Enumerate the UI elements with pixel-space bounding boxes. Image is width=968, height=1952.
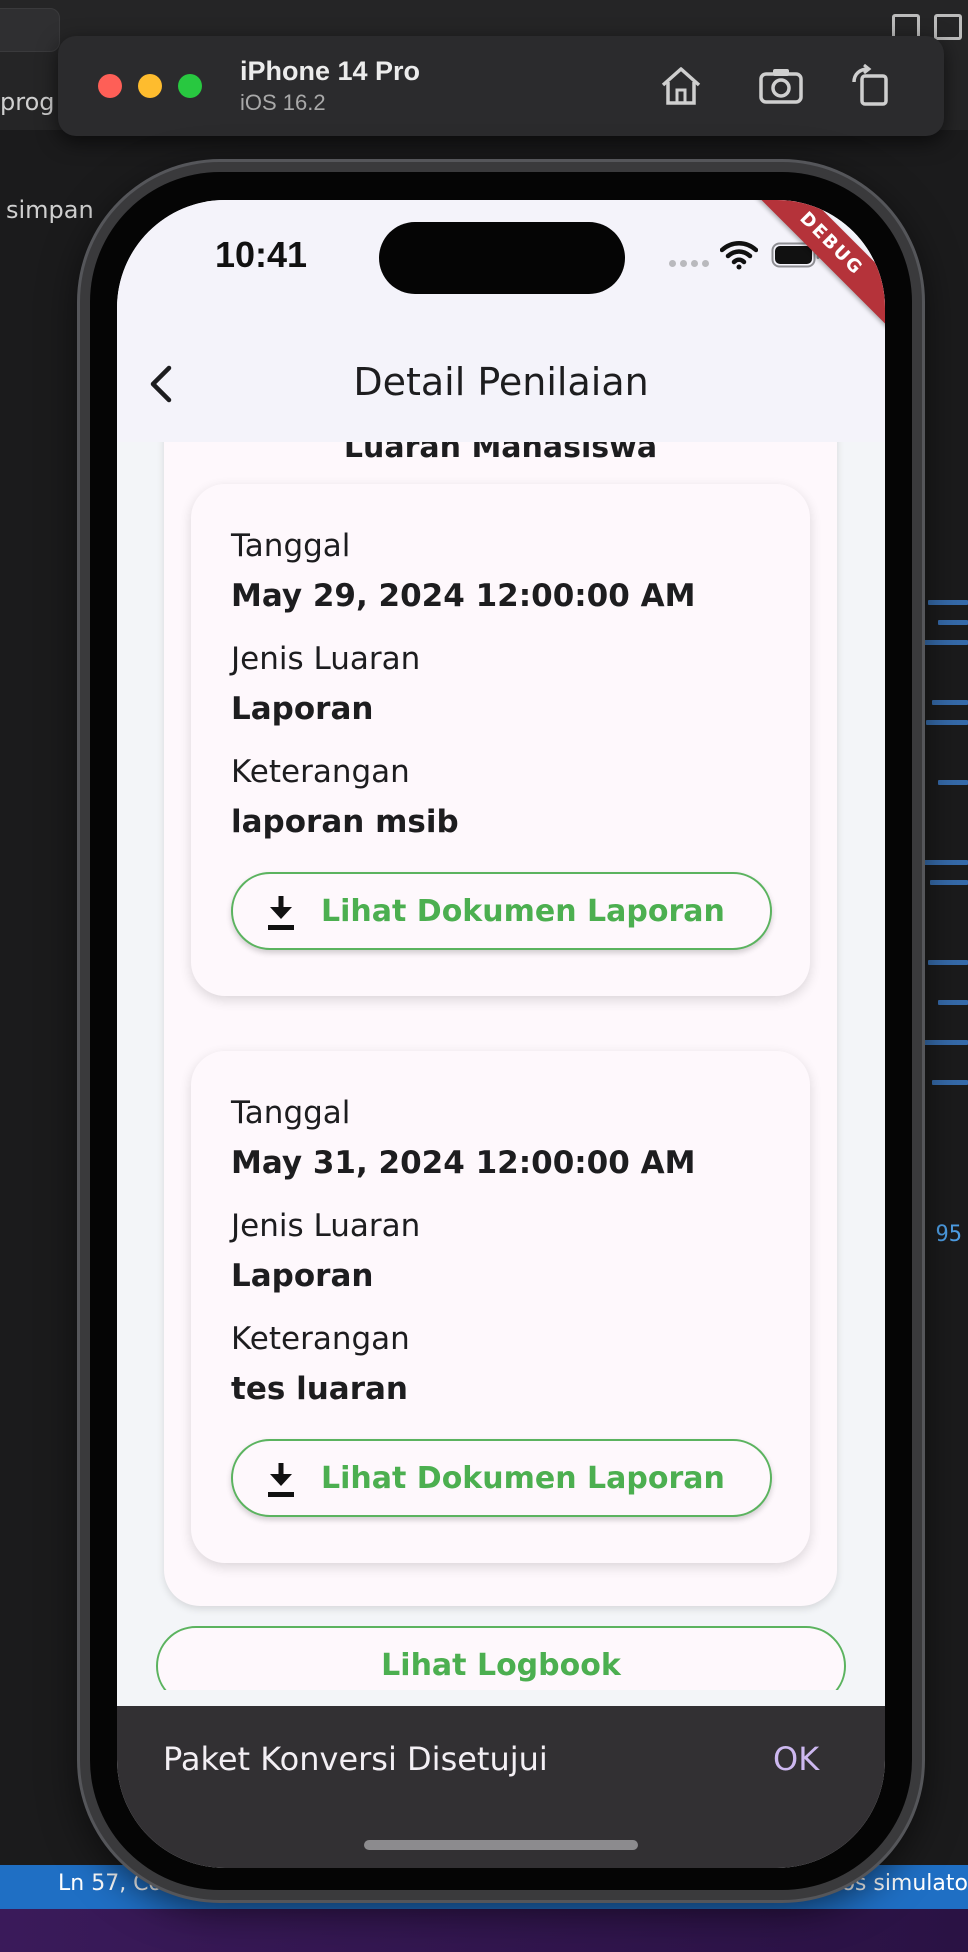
jenis-luaran-value: Laporan <box>231 1258 374 1294</box>
section-title: Luaran Mahasiswa <box>343 442 658 465</box>
keterangan-value: laporan msib <box>231 804 459 840</box>
snackbar: Paket Konversi Disetujui OK <box>117 1706 885 1868</box>
luaran-item-card: Tanggal May 31, 2024 12:00:00 AM Jenis L… <box>191 1051 810 1563</box>
snackbar-message: Paket Konversi Disetujui <box>163 1740 548 1778</box>
close-window-button[interactable] <box>98 74 122 98</box>
simulator-os-version: iOS 16.2 <box>240 90 326 115</box>
app-bar: Detail Penilaian <box>117 330 885 442</box>
editor-line-number: 95 <box>935 1222 963 1247</box>
tanggal-value: May 29, 2024 12:00:00 AM <box>231 578 696 614</box>
cellular-signal-icon <box>669 260 709 267</box>
keterangan-label: Keterangan <box>231 1321 410 1357</box>
page-title: Detail Penilaian <box>353 360 649 404</box>
editor-simpan-label[interactable]: simpan <box>6 196 94 224</box>
ios-status-bar: 10:41 DEBUG <box>117 200 885 330</box>
desktop-dock-area <box>0 1909 968 1952</box>
tanggal-label: Tanggal <box>231 528 351 564</box>
snackbar-ok-button[interactable]: OK <box>773 1740 819 1778</box>
keterangan-label: Keterangan <box>231 754 410 790</box>
keterangan-value: tes luaran <box>231 1371 408 1407</box>
lihat-logbook-button[interactable]: Lihat Logbook <box>156 1626 846 1690</box>
download-icon <box>268 1463 294 1497</box>
jenis-luaran-label: Jenis Luaran <box>231 641 421 677</box>
download-icon <box>268 896 294 930</box>
jenis-luaran-label: Jenis Luaran <box>231 1208 421 1244</box>
status-time: 10:41 <box>215 234 308 275</box>
scroll-content[interactable]: Luaran Mahasiswa Tanggal May 29, 2024 12… <box>117 442 885 1690</box>
editor-tab[interactable] <box>0 8 60 52</box>
lihat-dokumen-button[interactable]: Lihat Dokumen Laporan <box>231 1439 772 1517</box>
lihat-dokumen-label: Lihat Dokumen Laporan <box>321 894 725 929</box>
iphone-screen: 10:41 DEBUG Detail Penilaian Luaran Maha… <box>117 200 885 1868</box>
editor-tab-label[interactable]: prog <box>0 88 55 116</box>
zoom-window-button[interactable] <box>178 74 202 98</box>
minimize-window-button[interactable] <box>138 74 162 98</box>
luaran-section-card: Luaran Mahasiswa Tanggal May 29, 2024 12… <box>164 442 837 1606</box>
luaran-item-card: Tanggal May 29, 2024 12:00:00 AM Jenis L… <box>191 484 810 996</box>
panel-icon[interactable] <box>934 14 962 40</box>
home-indicator[interactable] <box>364 1840 638 1850</box>
dynamic-island <box>379 222 625 294</box>
home-icon[interactable] <box>658 64 704 108</box>
simulator-titlebar[interactable]: iPhone 14 Pro iOS 16.2 <box>58 36 944 136</box>
lihat-dokumen-button[interactable]: Lihat Dokumen Laporan <box>231 872 772 950</box>
lihat-dokumen-label: Lihat Dokumen Laporan <box>321 1461 725 1496</box>
screenshot-icon[interactable] <box>758 64 804 108</box>
tanggal-label: Tanggal <box>231 1095 351 1131</box>
wifi-icon <box>720 241 758 270</box>
editor-minimap[interactable] <box>920 180 968 1180</box>
jenis-luaran-value: Laporan <box>231 691 374 727</box>
simulator-device-name: iPhone 14 Pro <box>240 56 421 86</box>
tanggal-value: May 31, 2024 12:00:00 AM <box>231 1145 696 1181</box>
rotate-icon[interactable] <box>848 63 894 108</box>
